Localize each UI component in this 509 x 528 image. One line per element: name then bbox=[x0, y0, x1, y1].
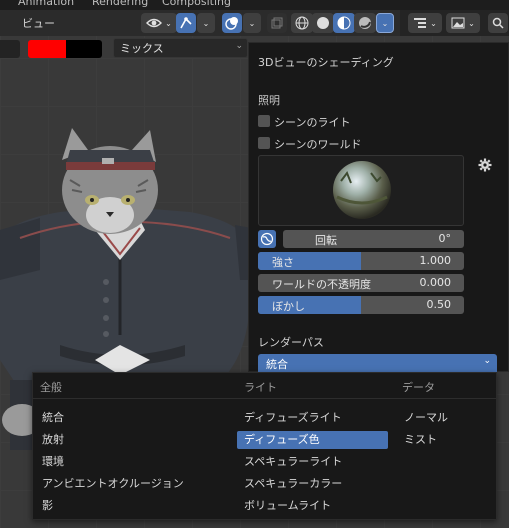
shading-solid-button[interactable] bbox=[312, 13, 334, 33]
rotation-value: 0° bbox=[438, 232, 452, 245]
material-sphere-icon bbox=[337, 16, 351, 30]
rotation-label: 回転 bbox=[315, 234, 337, 247]
visibility-dropdown[interactable]: ⌄ bbox=[141, 13, 177, 33]
menu-item-combined[interactable]: 統合 bbox=[42, 409, 64, 427]
menu-item-ambient-occlusion[interactable]: アンビエントオクルージョン bbox=[42, 475, 184, 493]
world-space-lighting-toggle[interactable] bbox=[258, 230, 276, 248]
hdri-sphere bbox=[333, 161, 391, 219]
solid-sphere-icon bbox=[317, 17, 329, 29]
chevron-down-icon: ⌄ bbox=[381, 18, 389, 28]
menu-item-diffuse-color[interactable]: ディフューズ色 bbox=[237, 431, 388, 449]
menu-animation[interactable]: Animation bbox=[18, 0, 74, 8]
blend-mode-select[interactable]: ミックス ⌄ bbox=[113, 38, 248, 58]
xray-icon bbox=[271, 17, 283, 29]
shading-rendered-button[interactable] bbox=[354, 13, 376, 33]
gear-icon[interactable] bbox=[478, 158, 492, 172]
render-pass-value: 統合 bbox=[266, 358, 288, 371]
menu-header-light: ライト bbox=[244, 381, 277, 394]
menu-header-general: 全般 bbox=[40, 381, 62, 394]
blur-slider[interactable]: ぼかし 0.50 bbox=[258, 296, 464, 314]
chevron-down-icon: ⌄ bbox=[235, 41, 243, 51]
overlays-toggle[interactable] bbox=[222, 13, 242, 33]
image-icon bbox=[451, 17, 465, 29]
menu-item-volume-light[interactable]: ボリュームライト bbox=[244, 497, 331, 515]
overlays-icon bbox=[225, 17, 238, 30]
menu-item-environment[interactable]: 環境 bbox=[42, 453, 64, 471]
rotation-field[interactable]: 回転 0° bbox=[283, 230, 464, 248]
menu-item-mist[interactable]: ミスト bbox=[404, 431, 437, 449]
world-opacity-slider[interactable]: ワールドの不透明度 0.000 bbox=[258, 274, 464, 292]
menu-item-specular-color[interactable]: スペキュラーカラー bbox=[244, 475, 342, 493]
strength-slider[interactable]: 強さ 1.000 bbox=[258, 252, 464, 270]
outliner-filter-button[interactable]: ⌄ bbox=[408, 13, 442, 33]
strength-label: 強さ bbox=[272, 256, 294, 269]
header-right-area: ⌄ ⌄ bbox=[400, 10, 509, 36]
search-button[interactable] bbox=[488, 13, 508, 33]
search-icon bbox=[492, 17, 504, 29]
shading-material-button[interactable] bbox=[333, 13, 355, 33]
hdri-preview[interactable] bbox=[258, 155, 464, 226]
chevron-down-icon: ⌄ bbox=[468, 18, 475, 28]
top-menu-bar: Animation Rendering Compositing bbox=[0, 0, 509, 10]
render-pass-select[interactable]: 統合 ⌄ bbox=[258, 354, 497, 372]
scene-world-label: シーンのワールド bbox=[274, 138, 362, 151]
scene-lights-checkbox[interactable] bbox=[258, 115, 270, 127]
wireframe-sphere-icon bbox=[295, 16, 309, 30]
eye-icon bbox=[146, 18, 163, 28]
blur-value: 0.50 bbox=[426, 298, 452, 311]
menu-item-shadow[interactable]: 影 bbox=[42, 497, 53, 515]
hierarchy-icon bbox=[414, 18, 427, 28]
menu-item-emission[interactable]: 放射 bbox=[42, 431, 64, 449]
chevron-down-icon: ⌄ bbox=[165, 18, 172, 28]
shading-wireframe-button[interactable] bbox=[291, 13, 313, 33]
left-panel-edge bbox=[0, 40, 20, 58]
chevron-down-icon: ⌄ bbox=[202, 18, 210, 28]
render-pass-label: レンダーパス bbox=[258, 336, 324, 349]
gizmo-toggle[interactable] bbox=[176, 13, 196, 33]
menu-divider bbox=[33, 398, 496, 399]
menu-item-diffuse-light[interactable]: ディフューズライト bbox=[244, 409, 342, 427]
gizmo-icon bbox=[180, 17, 192, 29]
menu-item-specular-light[interactable]: スペキュラーライト bbox=[244, 453, 342, 471]
gizmo-dropdown[interactable]: ⌄ bbox=[197, 13, 215, 33]
overlays-dropdown[interactable]: ⌄ bbox=[243, 13, 261, 33]
popover-title: 3Dビューのシェーディング bbox=[258, 56, 394, 69]
world-opacity-value: 0.000 bbox=[419, 276, 452, 289]
scene-lights-label: シーンのライト bbox=[274, 116, 351, 129]
menu-header-data: データ bbox=[402, 381, 435, 394]
menu-item-normal[interactable]: ノーマル bbox=[404, 409, 448, 427]
world-opacity-label: ワールドの不透明度 bbox=[272, 278, 371, 291]
world-icon bbox=[260, 232, 274, 246]
xray-toggle[interactable] bbox=[267, 13, 287, 33]
scene-world-checkbox[interactable] bbox=[258, 137, 270, 149]
chevron-down-icon: ⌄ bbox=[483, 356, 491, 366]
blur-label: ぼかし bbox=[272, 300, 305, 313]
strength-value: 1.000 bbox=[419, 254, 452, 267]
viewport-header: ビュー ⌄ ⌄ ⌄ ⌄ bbox=[0, 10, 400, 36]
rendered-sphere-icon bbox=[359, 17, 371, 29]
lighting-label: 照明 bbox=[258, 94, 280, 107]
view-menu[interactable]: ビュー bbox=[22, 15, 55, 31]
display-mode-button[interactable]: ⌄ bbox=[446, 13, 480, 33]
menu-compositing[interactable]: Compositing bbox=[162, 0, 231, 8]
color-swatch[interactable] bbox=[28, 40, 102, 58]
blend-mode-value: ミックス bbox=[120, 42, 164, 55]
chevron-down-icon: ⌄ bbox=[248, 18, 256, 28]
chevron-down-icon: ⌄ bbox=[430, 18, 437, 28]
shading-popover-dropdown[interactable]: ⌄ bbox=[376, 13, 394, 33]
menu-rendering[interactable]: Rendering bbox=[92, 0, 148, 8]
